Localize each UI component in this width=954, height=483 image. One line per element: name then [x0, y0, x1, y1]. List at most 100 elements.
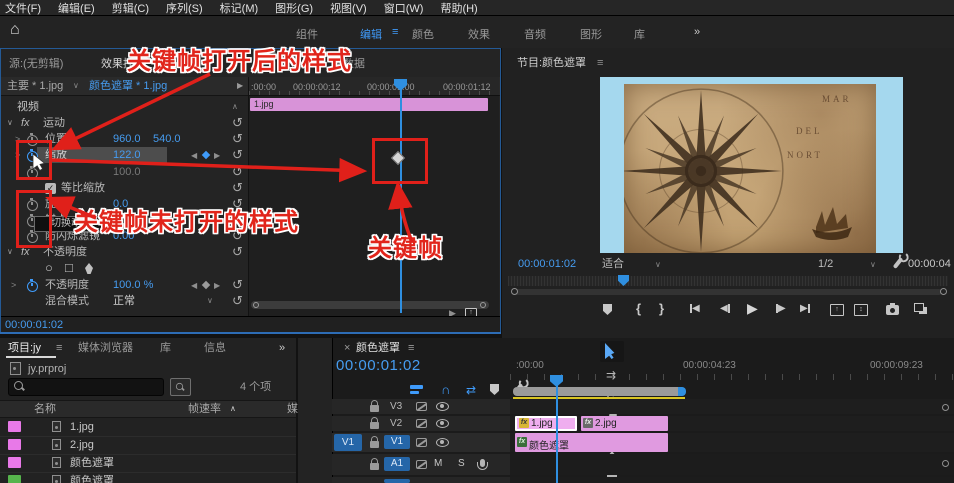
program-timecode[interactable]: 00:00:01:02: [518, 258, 576, 271]
settings-wrench-icon[interactable]: [892, 257, 904, 269]
track-name[interactable]: V3: [390, 401, 402, 413]
add-marker-icon[interactable]: [603, 304, 612, 315]
workspace-tab-assembly[interactable]: 组件: [296, 26, 318, 42]
timeline-playhead-line[interactable]: [556, 380, 558, 483]
work-area-bar[interactable]: [513, 387, 685, 396]
chevron-down-icon[interactable]: ∨: [7, 247, 13, 257]
source-patch-v1[interactable]: V1: [334, 434, 362, 451]
step-forward-icon[interactable]: ▶: [778, 303, 786, 314]
lock-icon[interactable]: [370, 458, 379, 470]
menu-marker[interactable]: 标记(M): [220, 0, 259, 16]
track-lane-v3[interactable]: [510, 399, 954, 414]
ellipse-mask-icon[interactable]: ○: [45, 260, 53, 276]
track-name[interactable]: V2: [390, 418, 402, 430]
chevron-down-icon[interactable]: ∨: [207, 296, 213, 306]
vscroll-handle-bottom[interactable]: [942, 460, 949, 467]
label-color-chip[interactable]: [8, 421, 21, 432]
vscroll-handle-top[interactable]: [942, 404, 949, 411]
panel-menu-icon[interactable]: ≡: [408, 342, 414, 355]
playhead-line[interactable]: [400, 81, 402, 313]
track-output-eye-icon[interactable]: [436, 438, 449, 447]
opacity-value[interactable]: 100.0 %: [113, 279, 153, 292]
column-name[interactable]: 名称: [34, 403, 56, 416]
menu-sequence[interactable]: 序列(S): [166, 0, 203, 16]
add-keyframe-icon[interactable]: [201, 150, 211, 160]
mark-out-icon[interactable]: }: [659, 301, 664, 317]
zoom-handle-right[interactable]: [940, 288, 947, 295]
column-framerate[interactable]: 帧速率: [188, 403, 221, 416]
home-icon[interactable]: ⌂: [10, 22, 20, 38]
panel-menu-icon[interactable]: ≡: [56, 342, 62, 355]
scale-value[interactable]: 122.0: [113, 149, 141, 162]
label-color-chip[interactable]: [8, 439, 21, 450]
blend-mode-value[interactable]: 正常: [113, 295, 135, 308]
item-name[interactable]: 2.jpg: [70, 439, 94, 452]
export-frame-icon[interactable]: [886, 303, 899, 315]
menu-graphics[interactable]: 图形(G): [275, 0, 313, 16]
reset-uniform-icon[interactable]: ↺: [232, 181, 243, 194]
clip-1jpg[interactable]: fx 1.jpg: [515, 416, 577, 431]
chevron-down-icon[interactable]: ∨: [7, 118, 13, 128]
item-name[interactable]: 1.jpg: [70, 421, 94, 434]
menu-clip[interactable]: 剪辑(C): [112, 0, 149, 16]
snap-icon[interactable]: ∩: [441, 382, 450, 398]
search-bin-button[interactable]: [170, 378, 191, 396]
ecp-timecode[interactable]: 00:00:01:02: [5, 319, 63, 332]
track-lane-a1[interactable]: [510, 454, 954, 475]
clip-color-matte[interactable]: fx 颜色遮罩: [515, 433, 668, 452]
extract-icon[interactable]: ↕: [854, 304, 868, 316]
reset-motion-icon[interactable]: ↺: [232, 116, 243, 129]
track-target-v1[interactable]: V1: [384, 435, 410, 449]
fit-dropdown[interactable]: 适合: [602, 258, 624, 271]
workspace-tab-effects[interactable]: 效果: [468, 26, 490, 42]
rect-mask-icon[interactable]: □: [65, 260, 73, 276]
workspace-tab-editing[interactable]: 编辑: [360, 26, 382, 42]
scrollbar-handle-right[interactable]: [480, 302, 486, 308]
workspace-overflow-icon[interactable]: »: [694, 26, 700, 38]
track-target-a1[interactable]: A1: [384, 457, 410, 471]
mini-timeline-clip[interactable]: 1.jpg: [250, 98, 488, 111]
tab-libraries[interactable]: 库: [160, 342, 171, 355]
program-preview[interactable]: MAR DEL NORT: [600, 77, 903, 253]
label-color-chip[interactable]: [8, 457, 21, 468]
program-tab[interactable]: 节目:颜色遮罩: [517, 57, 586, 70]
position-y-value[interactable]: 540.0: [153, 133, 181, 146]
item-name[interactable]: 颜色遮罩: [70, 475, 114, 483]
track-output-eye-icon[interactable]: [436, 419, 449, 428]
timeline-playhead-head[interactable]: [550, 375, 563, 387]
tab-project[interactable]: 项目:jy: [8, 342, 41, 355]
scrub-strip[interactable]: [508, 276, 948, 286]
linked-clip-label[interactable]: 颜色遮罩 * 1.jpg: [89, 80, 167, 93]
sync-lock-icon[interactable]: [416, 460, 427, 469]
menu-window[interactable]: 窗口(W): [384, 0, 424, 16]
search-input[interactable]: [8, 378, 164, 396]
project-row[interactable]: 颜色遮罩: [0, 472, 296, 483]
comparison-view-icon[interactable]: [914, 303, 928, 315]
lift-icon[interactable]: ↑: [830, 304, 844, 316]
zoom-scrollbar[interactable]: [514, 289, 942, 295]
workspace-menu-icon[interactable]: ≡: [392, 26, 398, 38]
workspace-tab-libraries[interactable]: 库: [634, 26, 645, 42]
reset-opacity-icon[interactable]: ↺: [232, 278, 243, 291]
prev-keyframe-icon[interactable]: ◀: [191, 281, 197, 291]
menu-help[interactable]: 帮助(H): [440, 0, 477, 16]
timeline-timecode[interactable]: 00:00:01:02: [336, 357, 421, 375]
track-output-eye-icon[interactable]: [436, 402, 449, 411]
solo-button[interactable]: S: [458, 458, 465, 470]
menu-edit[interactable]: 编辑(E): [58, 0, 95, 16]
playback-resolution-dropdown[interactable]: 1/2: [818, 258, 833, 271]
workspace-tab-color[interactable]: 颜色: [412, 26, 434, 42]
panel-overflow-icon[interactable]: »: [279, 342, 285, 355]
sequence-tab[interactable]: 颜色遮罩: [356, 342, 400, 355]
chevron-down-icon[interactable]: ∨: [655, 260, 661, 270]
close-icon[interactable]: ×: [344, 342, 350, 355]
tab-info[interactable]: 信息: [204, 342, 226, 355]
expand-icon[interactable]: >: [11, 280, 16, 291]
reset-position-icon[interactable]: ↺: [232, 132, 243, 145]
add-keyframe-icon[interactable]: [201, 280, 211, 290]
mark-in-icon[interactable]: {: [636, 301, 641, 317]
workspace-tab-graphics[interactable]: 图形: [580, 26, 602, 42]
step-back-icon[interactable]: ◀: [720, 303, 728, 314]
chevron-down-icon[interactable]: ∨: [870, 260, 876, 270]
project-row[interactable]: 颜色遮罩: [0, 454, 296, 473]
